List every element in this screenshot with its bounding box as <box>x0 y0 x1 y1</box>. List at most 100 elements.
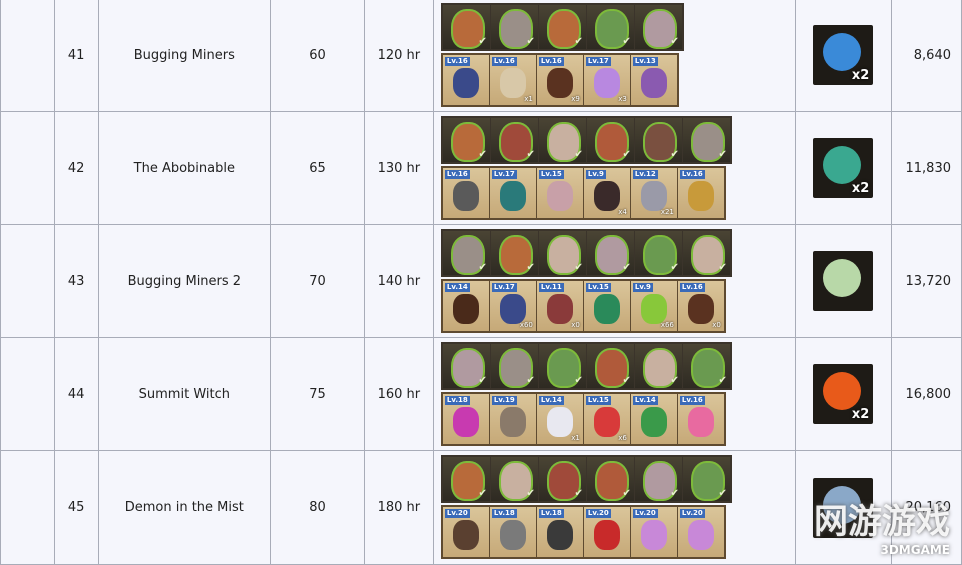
mission-row: 44 Summit Witch 75 160 hr ✔ ✔ ✔ ✔ ✔ ✔ <box>1 338 962 451</box>
golem-icon: Lv.16 x1 <box>490 55 536 105</box>
party-cell: ✔ ✔ ✔ ✔ ✔ ✔ Lv.20 Lv.18 <box>433 451 795 565</box>
hero-strip: ✔ ✔ ✔ ✔ ✔ ✔ <box>441 342 732 390</box>
hero-ranger-icon: ✔ <box>539 5 586 49</box>
hero-elf-icon: ✔ <box>539 344 586 388</box>
hero-elf-icon: ✔ <box>683 457 730 501</box>
watermark-logo: 网游游戏 <box>814 502 950 542</box>
item-level-badge: Lv.16 <box>492 57 517 66</box>
boots-icon: Lv.14 <box>443 281 489 331</box>
mission-level: 80 <box>271 451 365 565</box>
item-level-badge: Lv.17 <box>492 283 517 292</box>
reward-cell <box>796 225 891 338</box>
item-level-badge: Lv.16 <box>539 57 564 66</box>
gauntlet-icon: Lv.16 <box>443 55 489 105</box>
reward-cell: x2 <box>796 338 891 451</box>
check-icon: ✔ <box>718 488 726 499</box>
item-level-badge: Lv.14 <box>633 396 658 405</box>
mission-value: 8,640 <box>891 0 961 112</box>
mission-duration: 180 hr <box>364 451 433 565</box>
item-level-badge: Lv.12 <box>633 170 658 179</box>
item-strip: Lv.16 Lv.17 Lv.15 Lv.9 x4 Lv.12 x21 Lv.1… <box>441 166 726 220</box>
item-level-badge: Lv.15 <box>539 170 564 179</box>
item-level-badge: Lv.15 <box>586 396 611 405</box>
red-flask-icon: Lv.15 x6 <box>584 394 630 444</box>
hero-knight-icon: ✔ <box>491 5 538 49</box>
item-quantity: x9 <box>571 95 580 103</box>
watermark-sub: 3DMGAME <box>814 543 950 557</box>
hero-furhat-icon: ✔ <box>635 344 682 388</box>
item-level-badge: Lv.20 <box>445 509 470 518</box>
item-quantity: x1 <box>524 95 533 103</box>
hero-ranger-icon: ✔ <box>491 231 538 275</box>
check-icon: ✔ <box>718 262 726 273</box>
hero-furhat-icon: ✔ <box>539 231 586 275</box>
hero-paladin-icon: ✔ <box>587 231 634 275</box>
check-icon: ✔ <box>526 36 534 47</box>
check-icon: ✔ <box>478 36 486 47</box>
check-icon: ✔ <box>670 488 678 499</box>
crossbow-icon: Lv.11 x0 <box>537 281 583 331</box>
item-quantity: x0 <box>571 321 580 329</box>
missions-table: 41 Bugging Miners 60 120 hr ✔ ✔ ✔ ✔ ✔ Lv… <box>0 0 962 565</box>
hero-knight-icon: ✔ <box>683 118 730 162</box>
mission-value: 13,720 <box>891 225 961 338</box>
reward-multiplier: x2 <box>852 407 869 422</box>
item-level-badge: Lv.13 <box>633 57 658 66</box>
item-level-badge: Lv.19 <box>492 396 517 405</box>
item-level-badge: Lv.9 <box>633 283 653 292</box>
mission-value: 11,830 <box>891 112 961 225</box>
orb-staff-icon: Lv.18 <box>443 394 489 444</box>
party-cell: ✔ ✔ ✔ ✔ ✔ ✔ Lv.14 Lv.17 x60 <box>433 225 795 338</box>
check-icon: ✔ <box>622 375 630 386</box>
mission-duration: 120 hr <box>364 0 433 112</box>
item-level-badge: Lv.9 <box>586 170 606 179</box>
item-level-badge: Lv.16 <box>680 396 705 405</box>
reward-cell: x2 <box>796 112 891 225</box>
check-icon: ✔ <box>718 149 726 160</box>
flask-icon: Lv.9 x66 <box>631 281 677 331</box>
item-quantity: x6 <box>618 434 627 442</box>
mission-level: 65 <box>271 112 365 225</box>
check-icon: ✔ <box>622 488 630 499</box>
red-armor-icon: Lv.20 <box>584 507 630 557</box>
check-icon: ✔ <box>478 149 486 160</box>
check-icon: ✔ <box>622 36 630 47</box>
bow-icon: Lv.16 <box>678 168 724 218</box>
item-quantity: x0 <box>712 321 721 329</box>
check-icon: ✔ <box>478 488 486 499</box>
hero-rogue-icon: ✔ <box>587 344 634 388</box>
elixir-icon: x2 <box>813 138 873 198</box>
watermark: 网游游戏 3DMGAME <box>814 494 950 557</box>
check-icon: ✔ <box>478 375 486 386</box>
reward-cell: x2 <box>796 0 891 112</box>
hero-elf-icon: ✔ <box>683 344 730 388</box>
musket-icon: Lv.20 <box>443 507 489 557</box>
hero-strip: ✔ ✔ ✔ ✔ ✔ ✔ <box>441 116 732 164</box>
check-icon: ✔ <box>718 375 726 386</box>
item-level-badge: Lv.17 <box>492 170 517 179</box>
item-level-badge: Lv.18 <box>445 396 470 405</box>
hero-rogue-icon: ✔ <box>587 118 634 162</box>
item-level-badge: Lv.11 <box>539 283 564 292</box>
check-icon: ✔ <box>670 262 678 273</box>
mission-number: 42 <box>54 112 98 225</box>
blank-cell <box>1 451 55 565</box>
item-strip: Lv.18 Lv.19 Lv.14 x1 Lv.15 x6 Lv.14 Lv.1… <box>441 392 726 446</box>
check-icon: ✔ <box>622 262 630 273</box>
hero-strip: ✔ ✔ ✔ ✔ ✔ ✔ <box>441 455 732 503</box>
cloak-icon: Lv.15 <box>584 281 630 331</box>
mission-level: 70 <box>271 225 365 338</box>
star-scroll-icon <box>813 251 873 311</box>
check-icon: ✔ <box>526 149 534 160</box>
blank-cell <box>1 0 55 112</box>
item-level-badge: Lv.18 <box>492 509 517 518</box>
item-level-badge: Lv.20 <box>680 509 705 518</box>
mission-name: Bugging Miners <box>98 0 271 112</box>
party-cell: ✔ ✔ ✔ ✔ ✔ Lv.16 Lv.16 x1 Lv.16 <box>433 0 795 112</box>
mission-row: 43 Bugging Miners 2 70 140 hr ✔ ✔ ✔ ✔ ✔ … <box>1 225 962 338</box>
item-strip: Lv.16 Lv.16 x1 Lv.16 x9 Lv.17 x3 Lv.13 <box>441 53 679 107</box>
mission-number: 45 <box>54 451 98 565</box>
mission-number: 44 <box>54 338 98 451</box>
check-icon: ✔ <box>574 375 582 386</box>
mission-number: 43 <box>54 225 98 338</box>
